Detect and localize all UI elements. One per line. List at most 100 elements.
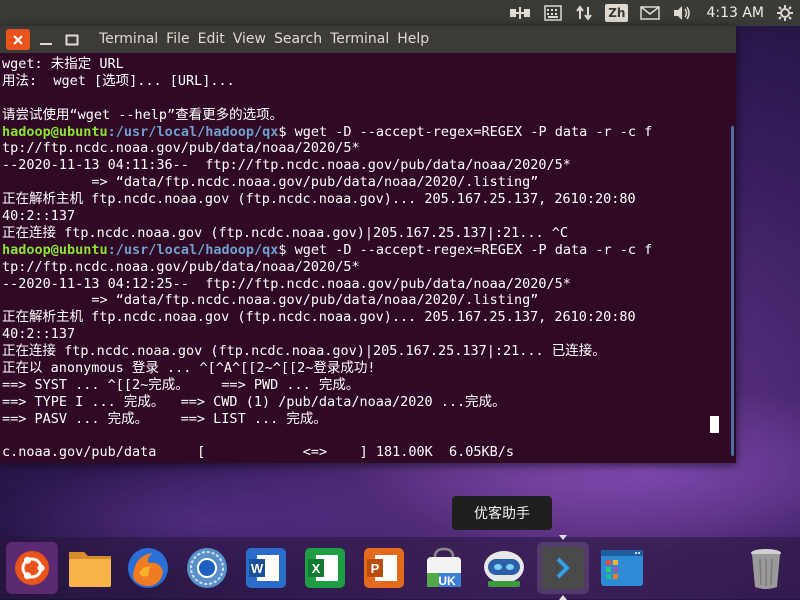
- line-text: 正在解析主机 ftp.ncdc.noaa.gov (ftp.ncdc.noaa.…: [2, 191, 636, 208]
- top-panel: Zh 4:13 AM: [0, 0, 800, 26]
- maximize-button[interactable]: [60, 29, 84, 50]
- dock-tooltip: 优客助手: [452, 496, 552, 530]
- files-folder-icon: [69, 552, 111, 587]
- line-text: wget: 未指定 URL: [2, 56, 124, 72]
- terminal-line: 正在解析主机 ftp.ncdc.noaa.gov (ftp.ncdc.noaa.…: [2, 191, 726, 208]
- terminal-line: c.noaa.gov/pub/data [ <=> ] 181.00K 6.05…: [2, 444, 726, 461]
- line-text: ==> SYST ... ^[[2~完成。 ==> PWD ... 完成。: [2, 376, 360, 393]
- mail-icon[interactable]: [640, 0, 661, 26]
- terminal-line: ==> TYPE I ... 完成。 ==> CWD (1) /pub/data…: [2, 394, 726, 411]
- terminal-scrollbar[interactable]: [731, 126, 734, 456]
- terminal-line: => “data/ftp.ncdc.noaa.gov/pub/data/noaa…: [2, 292, 726, 309]
- dock-item-browser[interactable]: [181, 542, 233, 594]
- line-text: c.noaa.gov/pub/data [ <=> ] 181.00K 6.05…: [2, 444, 515, 461]
- terminal-line: 正在解析主机 ftp.ncdc.noaa.gov (ftp.ncdc.noaa.…: [2, 309, 726, 326]
- menu-edit[interactable]: Edit: [198, 26, 225, 53]
- terminal-line: 正在以 anonymous 登录 ... ^[^A^[[2~^[[2~登录成功!: [2, 360, 726, 377]
- clock[interactable]: 4:13 AM: [706, 5, 764, 21]
- dock-item-wps-writer[interactable]: W: [240, 542, 292, 594]
- terminal-line: ==> PASV ... 完成。 ==> LIST ... 完成。: [2, 411, 726, 428]
- line-text: 正在连接 ftp.ncdc.noaa.gov (ftp.ncdc.noaa.go…: [2, 224, 569, 241]
- menu-terminal[interactable]: Terminal: [330, 26, 389, 53]
- dock-item-youker-assistant[interactable]: [478, 542, 530, 594]
- minimize-button[interactable]: [34, 29, 58, 50]
- language-label: Zh: [605, 4, 629, 22]
- line-text: => “data/ftp.ncdc.noaa.gov/pub/data/noaa…: [2, 174, 539, 191]
- line-text: 请尝试使用“wget --help”查看更多的选项。: [2, 106, 284, 123]
- line-text: 正在解析主机 ftp.ncdc.noaa.gov (ftp.ncdc.noaa.…: [2, 309, 636, 326]
- line-text: 40:2::137: [2, 208, 76, 225]
- line-text: $ wget -D --accept-regex=REGEX -P data -…: [278, 123, 653, 140]
- running-indicator-top: [559, 535, 567, 540]
- firefox-icon: [128, 548, 168, 588]
- workspace-switcher-icon: [601, 550, 643, 586]
- prompt-user: hadoop@ubuntu: [2, 241, 108, 258]
- transfer-arrows-icon[interactable]: [575, 0, 593, 26]
- maximize-icon: [65, 34, 79, 45]
- menu-search[interactable]: Search: [274, 26, 322, 53]
- terminal-line: 正在连接 ftp.ncdc.noaa.gov (ftp.ncdc.noaa.go…: [2, 225, 726, 242]
- dock-item-trash[interactable]: [740, 542, 792, 594]
- menu-help[interactable]: Help: [397, 26, 429, 53]
- system-tray: Zh 4:13 AM: [497, 0, 794, 26]
- dock-item-files[interactable]: [64, 542, 116, 594]
- terminal-line: hadoop@ubuntu:/usr/local/hadoop/qx$ wget…: [2, 242, 726, 259]
- dock: W X P UK: [0, 535, 800, 600]
- network-icon[interactable]: [509, 0, 531, 26]
- ubuntu-dash-icon: [15, 551, 49, 585]
- youker-assistant-icon: [484, 551, 524, 587]
- dock-item-ubuntu-dash[interactable]: [6, 542, 58, 594]
- dock-item-firefox[interactable]: [122, 542, 174, 594]
- menu-view[interactable]: View: [233, 26, 266, 53]
- terminal-line: 正在连接 ftp.ncdc.noaa.gov (ftp.ncdc.noaa.go…: [2, 343, 726, 360]
- line-text: --2020-11-13 04:12:25-- ftp://ftp.ncdc.n…: [2, 275, 571, 292]
- keyboard-icon[interactable]: [543, 0, 563, 26]
- language-indicator[interactable]: Zh: [605, 0, 629, 26]
- terminal-line: tp://ftp.ncdc.noaa.gov/pub/data/noaa/202…: [2, 259, 726, 276]
- dock-item-wps-presentation[interactable]: P: [358, 542, 410, 594]
- terminal-line: --2020-11-13 04:12:25-- ftp://ftp.ncdc.n…: [2, 276, 726, 293]
- prompt-path: :/usr/local/hadoop/qx: [107, 123, 279, 140]
- power-icon[interactable]: [776, 0, 794, 26]
- dock-item-wps-spreadsheet[interactable]: X: [299, 542, 351, 594]
- browser-globe-icon: [187, 548, 227, 588]
- terminal-output[interactable]: wget: 未指定 URL 用法: wget [选项]... [URL]... 请尝…: [2, 56, 726, 461]
- line-text: 正在连接 ftp.ncdc.noaa.gov (ftp.ncdc.noaa.go…: [2, 343, 606, 360]
- terminal-line: wget: 未指定 URL: [2, 56, 726, 73]
- dock-item-ubuntu-kylin-software[interactable]: UK: [418, 542, 470, 594]
- wps-presentation-icon: P: [364, 548, 404, 588]
- menu-terminal[interactable]: Terminal: [99, 26, 158, 53]
- terminal-line: 用法: wget [选项]... [URL]...: [2, 73, 726, 90]
- trash-icon: [751, 549, 781, 589]
- terminal-icon: [542, 547, 584, 589]
- terminal-line: 请尝试使用“wget --help”查看更多的选项。: [2, 107, 726, 124]
- line-text: 用法: wget [选项]... [URL]...: [2, 72, 235, 89]
- terminal-window: Terminal File Edit View Search Terminal Help w…: [0, 26, 736, 463]
- wps-spreadsheet-icon: X: [305, 548, 345, 588]
- menu-file[interactable]: File: [166, 26, 189, 53]
- line-text: tp://ftp.ncdc.noaa.gov/pub/data/noaa/202…: [2, 258, 360, 275]
- terminal-line: => “data/ftp.ncdc.noaa.gov/pub/data/noaa…: [2, 174, 726, 191]
- line-text: ==> PASV ... 完成。 ==> LIST ... 完成。: [2, 410, 327, 427]
- line-text: ==> TYPE I ... 完成。 ==> CWD (1) /pub/data…: [2, 393, 506, 410]
- terminal-line: 40:2::137: [2, 326, 726, 343]
- ubuntu-kylin-software-icon: UK: [427, 547, 461, 588]
- window-titlebar[interactable]: Terminal File Edit View Search Terminal Help: [0, 26, 736, 53]
- line-text: tp://ftp.ncdc.noaa.gov/pub/data/noaa/202…: [2, 140, 360, 157]
- prompt-path: :/usr/local/hadoop/qx: [107, 241, 279, 258]
- dock-item-terminal[interactable]: [537, 535, 589, 600]
- running-indicator-bottom: [559, 595, 567, 600]
- tooltip-text: 优客助手: [474, 506, 530, 522]
- svg-text:X: X: [312, 561, 321, 576]
- wps-writer-icon: W: [246, 548, 286, 588]
- line-text: => “data/ftp.ncdc.noaa.gov/pub/data/noaa…: [2, 292, 539, 309]
- volume-icon[interactable]: [672, 0, 692, 26]
- close-button[interactable]: [6, 29, 30, 50]
- close-icon: [13, 34, 23, 45]
- terminal-line: 40:2::137: [2, 208, 726, 225]
- svg-text:P: P: [371, 561, 380, 576]
- terminal-line: tp://ftp.ncdc.noaa.gov/pub/data/noaa/202…: [2, 140, 726, 157]
- line-text: $ wget -D --accept-regex=REGEX -P data -…: [278, 241, 653, 258]
- dock-item-workspace-switcher[interactable]: [596, 542, 648, 594]
